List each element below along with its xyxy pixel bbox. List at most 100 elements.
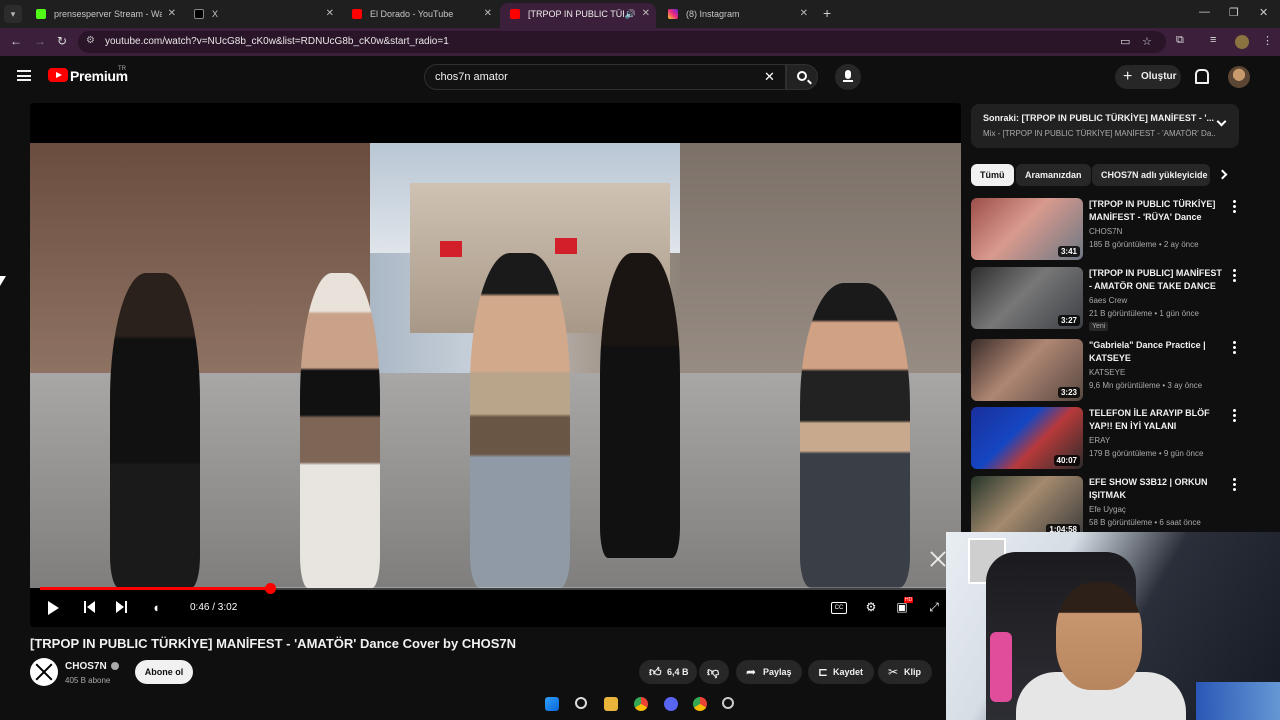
close-tab-icon[interactable]: ✕ [800,3,808,25]
recommendation-item[interactable]: 40:07 TELEFON İLE ARAYIP BLÖF YAP!! EN İ… [971,407,1241,471]
chip-from-search[interactable]: Aramanızdan [1016,164,1091,186]
more-options-icon[interactable] [1233,409,1236,422]
new-tab-icon[interactable]: + [823,5,831,21]
video-thumbnail[interactable]: 3:23 [971,339,1083,401]
duration: 3:41 [1057,246,1080,257]
cast-icon[interactable]: ▭ [1120,35,1130,48]
chevron-right-icon[interactable] [1217,169,1228,180]
previous-icon[interactable] [84,601,96,615]
search-button[interactable] [786,64,818,90]
clip-button[interactable]: ✂ Klip [878,660,932,684]
video-thumbnail[interactable]: 40:07 [971,407,1083,469]
settings-app-icon[interactable] [722,697,734,709]
voice-search-button[interactable] [835,64,861,90]
menu-icon[interactable] [17,70,31,81]
subtitles-icon[interactable]: CC [831,602,847,614]
chrome-icon[interactable] [693,697,707,711]
address-bar[interactable]: ⚙ youtube.com/watch?v=NUcG8b_cK0w&list=R… [78,31,1166,53]
recommendation-item[interactable]: 3:27 [TRPOP IN PUBLIC] MANİFEST - AMATÖR… [971,267,1241,331]
tab-title: X [212,9,219,19]
media-control-icon[interactable]: ≡ [1210,34,1216,46]
create-button[interactable]: + Oluştur [1115,65,1181,89]
channel-avatar[interactable] [30,658,58,686]
fullscreen-icon[interactable]: ⤢ [926,600,942,614]
more-options-icon[interactable] [1233,478,1236,491]
playlist-panel[interactable]: Sonraki: [TRPOP IN PUBLIC TÜRKİYE] MANİF… [971,104,1239,148]
next-icon[interactable] [116,601,128,615]
play-icon[interactable] [48,601,59,615]
extensions-icon[interactable]: ⧉ [1176,34,1184,47]
forward-icon[interactable]: → [34,34,46,48]
channel-name-text: CHOS7N [65,661,107,672]
thumbs-down-icon: 👎︎ [707,665,720,679]
webcam-overlay [946,532,1280,720]
window-close-icon[interactable]: ✕ [1259,6,1268,19]
duration: 3:23 [1057,387,1080,398]
close-tab-icon[interactable]: ✕ [642,3,650,25]
search-icon [797,71,807,81]
browser-tab-instagram[interactable]: (8) Instagram ✕ [658,3,814,25]
more-options-icon[interactable] [1233,341,1236,354]
file-explorer-icon[interactable] [604,697,618,711]
browser-tab-el-dorado[interactable]: El Dorado - YouTube ✕ [342,3,498,25]
youtube-icon [510,9,520,19]
site-info-icon[interactable]: ⚙ [86,35,95,46]
chip-all[interactable]: Tümü [971,164,1014,186]
clear-search-icon[interactable]: ✕ [764,69,775,85]
close-tab-icon[interactable]: ✕ [168,3,176,25]
more-options-icon[interactable] [1233,200,1236,213]
notifications-bell-icon[interactable] [1193,69,1209,84]
browser-tab-kick[interactable]: prensesperver Stream - Watch L ✕ [26,3,182,25]
tab-title: [TRPOP IN PUBLIC TÜRKİYE [528,9,624,19]
tab-search-icon[interactable]: ▾ [4,5,22,23]
bookmark-star-icon[interactable]: ☆ [1142,35,1152,48]
search-input[interactable] [435,70,755,84]
youtube-logo-icon[interactable] [48,68,68,82]
reload-icon[interactable]: ↻ [57,34,67,48]
browser-tab-x[interactable]: X ✕ [184,3,340,25]
channel-name[interactable]: CHOS7N [65,661,119,672]
player-letterbox [30,103,961,143]
recommendation-title: TELEFON İLE ARAYIP BLÖF YAP!! EN İYİ YAL… [1089,408,1210,431]
subscribe-button[interactable]: Abone ol [135,660,193,684]
browser-profile-avatar[interactable] [1235,35,1249,49]
save-label: Kaydet [833,667,864,677]
restore-icon[interactable]: ❐ [1229,6,1239,19]
close-overlay-icon[interactable] [928,549,948,569]
video-frame[interactable] [30,143,961,588]
chip-from-uploader[interactable]: CHOS7N adlı yükleyicide [1092,164,1210,186]
account-avatar[interactable] [1228,66,1250,88]
duration: 3:27 [1057,315,1080,326]
settings-gear-icon[interactable]: ⚙ [863,600,879,614]
share-label: Paylaş [763,667,792,677]
close-tab-icon[interactable]: ✕ [326,3,334,25]
video-player[interactable]: ◖ 0:46 / 3:02 CC ⚙ HD ▣ ⤢ [30,103,961,627]
more-options-icon[interactable] [1233,269,1236,282]
share-button[interactable]: ➦ Paylaş [736,660,802,684]
browser-menu-icon[interactable]: ⋮ [1262,34,1273,47]
recommendation-meta: 9,6 Mn görüntüleme • 3 ay önce [1089,381,1203,390]
chevron-down-icon[interactable] [1216,116,1227,127]
save-button[interactable]: ⊏ Kaydet [808,660,874,684]
recommendation-item[interactable]: 3:41 [TRPOP IN PUBLIC TÜRKİYE] MANİFEST … [971,198,1241,262]
turkish-flag [555,238,577,254]
like-button[interactable]: 👍︎ 6,4 B [639,660,697,684]
chrome-icon[interactable] [634,697,648,711]
browser-tab-active-video[interactable]: [TRPOP IN PUBLIC TÜRKİYE 🔊 ✕ [500,3,656,28]
dislike-button[interactable]: 👎︎ [699,660,729,684]
back-icon[interactable]: ← [10,34,22,48]
recommendation-item[interactable]: 1:04:58 EFE SHOW S3B12 | ORKUN IŞITMAK E… [971,476,1241,540]
recommendation-item[interactable]: 3:23 "Gabriela" Dance Practice | KATSEYE… [971,339,1241,403]
volume-icon[interactable]: ◖ [152,601,166,615]
taskbar-search-icon[interactable] [575,697,587,709]
video-thumbnail[interactable]: 1:04:58 [971,476,1083,538]
video-thumbnail[interactable]: 3:27 [971,267,1083,329]
progress-bar[interactable] [40,583,951,594]
minimize-icon[interactable]: — [1199,6,1210,18]
video-thumbnail[interactable]: 3:41 [971,198,1083,260]
close-tab-icon[interactable]: ✕ [484,3,492,25]
windows-start-icon[interactable] [545,697,559,711]
miniplayer-icon[interactable]: ▣ [894,600,910,614]
speaker-icon[interactable]: 🔊 [625,3,636,25]
discord-icon[interactable] [664,697,678,711]
